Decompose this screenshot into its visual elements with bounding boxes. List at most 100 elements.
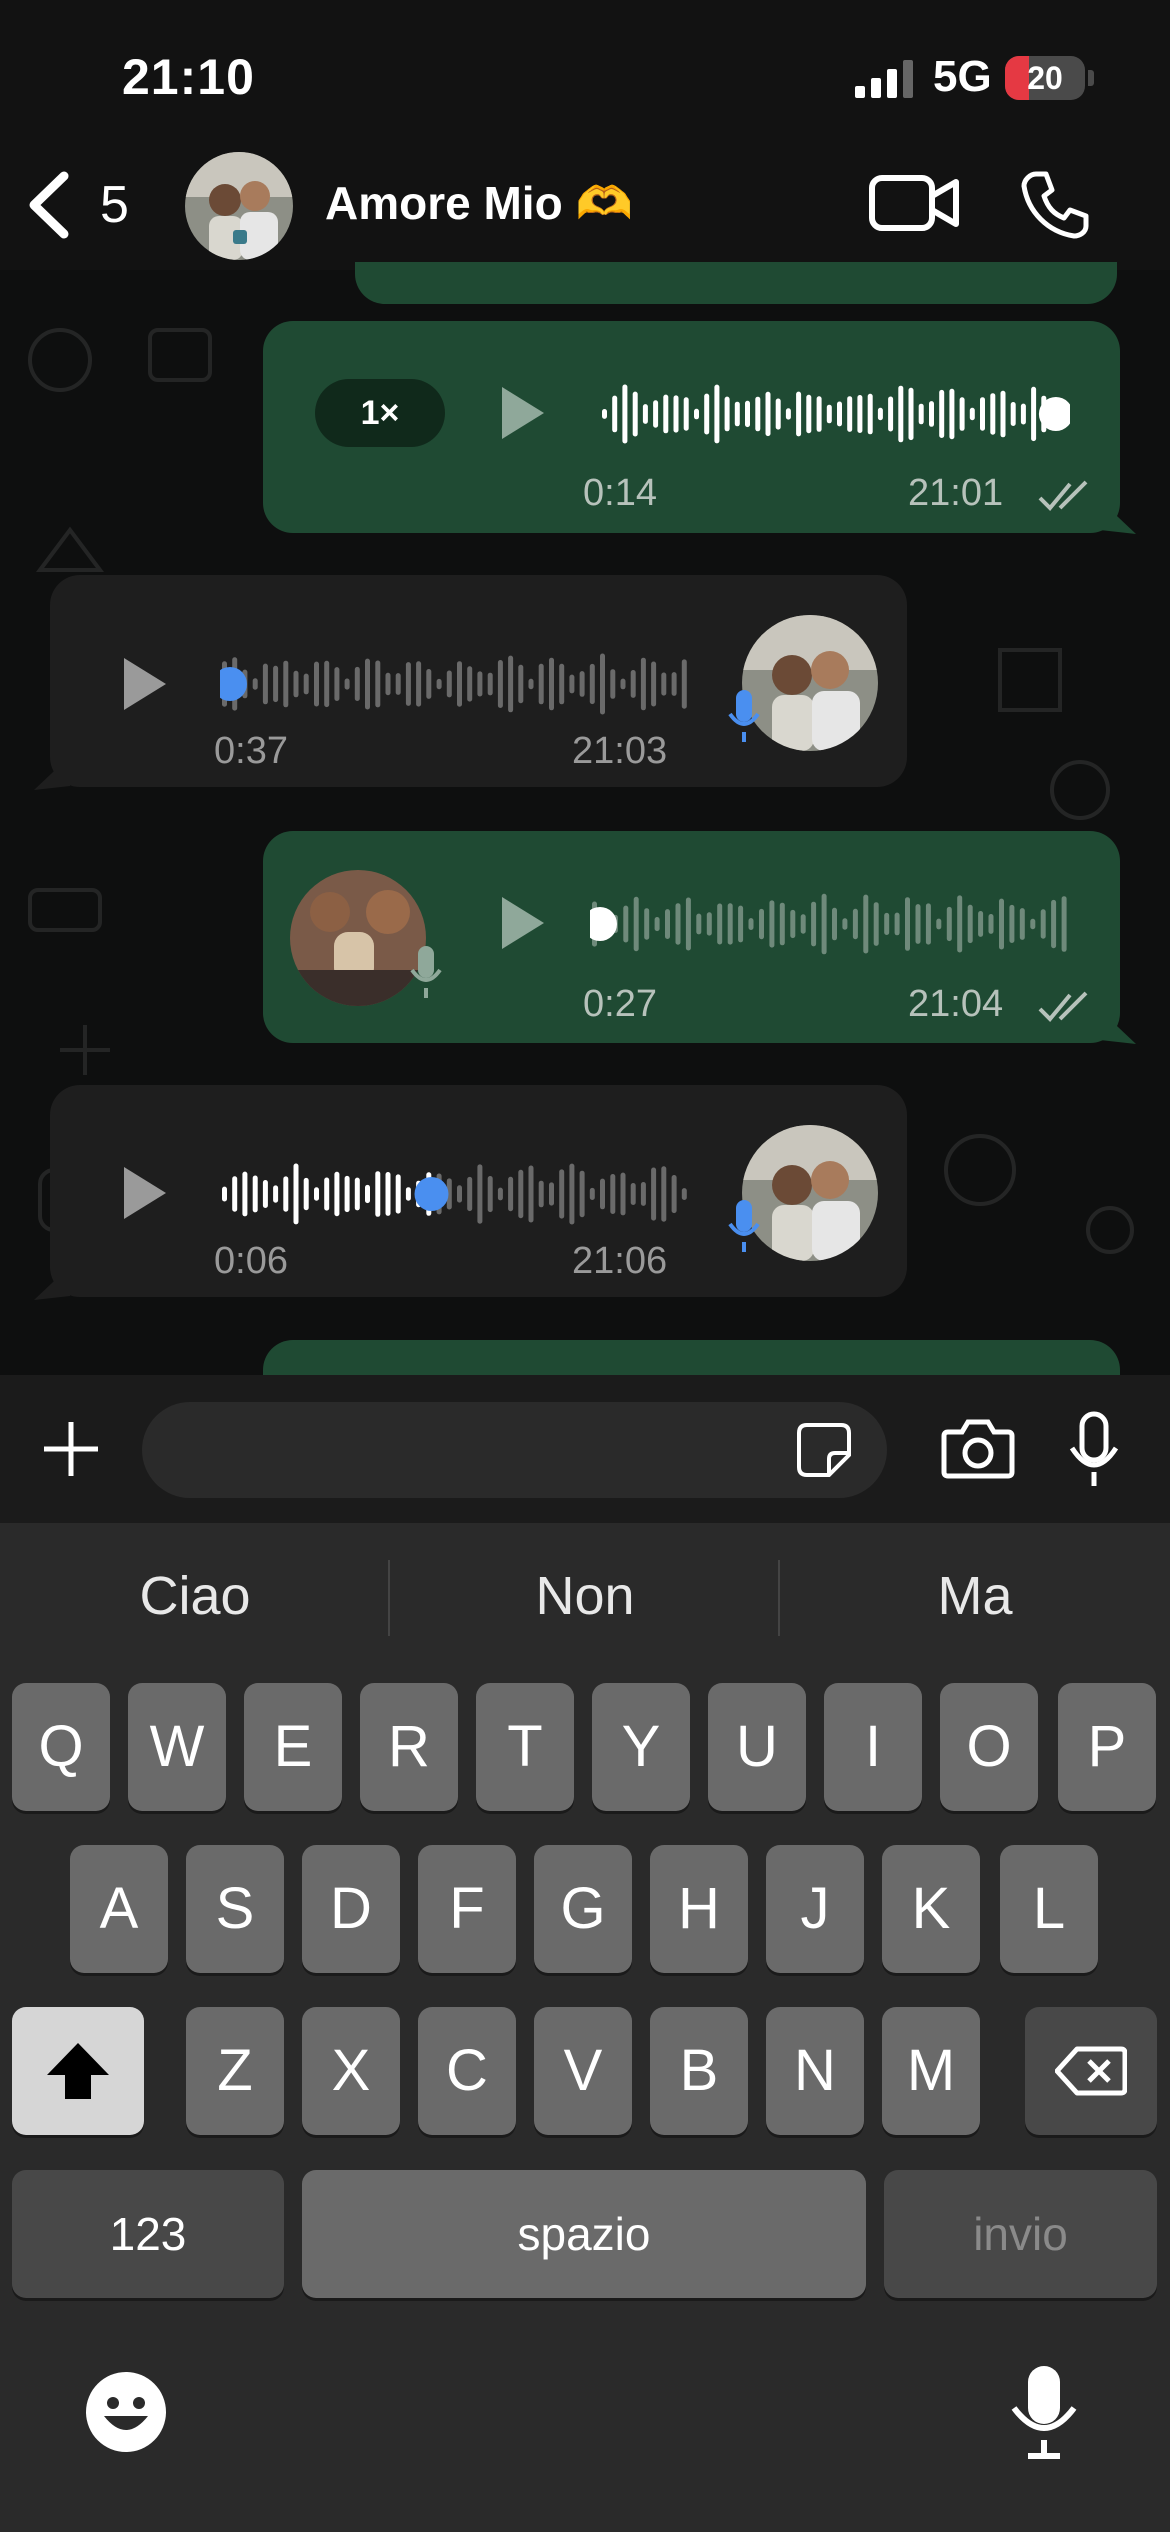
key-b[interactable]: B xyxy=(650,2007,748,2135)
read-receipt-icon xyxy=(1038,480,1088,511)
key-h[interactable]: H xyxy=(650,1845,748,1973)
emoji-icon[interactable] xyxy=(84,2370,168,2454)
read-receipt-icon xyxy=(1038,991,1088,1022)
waveform-bar xyxy=(663,394,669,434)
key-o[interactable]: O xyxy=(940,1683,1038,1811)
waveform-bar xyxy=(538,663,544,705)
suggestion-divider xyxy=(388,1560,390,1636)
back-chevron-icon[interactable] xyxy=(24,170,74,240)
key-c[interactable]: C xyxy=(418,2007,516,2135)
key-q[interactable]: Q xyxy=(12,1683,110,1811)
message-input[interactable] xyxy=(142,1402,887,1498)
key-u[interactable]: U xyxy=(708,1683,806,1811)
key-e[interactable]: E xyxy=(244,1683,342,1811)
key-d[interactable]: D xyxy=(302,1845,400,1973)
key-z[interactable]: Z xyxy=(186,2007,284,2135)
waveform-bar xyxy=(969,407,975,421)
playback-speed-button[interactable]: 1× xyxy=(315,379,445,447)
key-f[interactable]: F xyxy=(418,1845,516,1973)
voice-duration: 0:37 xyxy=(214,730,288,772)
shift-key[interactable] xyxy=(12,2007,144,2135)
waveform-bar xyxy=(324,660,330,708)
waveform-bar xyxy=(888,396,894,432)
numbers-key[interactable]: 123 xyxy=(12,2170,284,2298)
waveform-bar xyxy=(769,900,775,948)
key-x[interactable]: X xyxy=(302,2007,400,2135)
waveform-bar xyxy=(1031,386,1037,442)
waveform-bar xyxy=(344,1175,350,1213)
mic-icon[interactable] xyxy=(1066,1410,1122,1490)
key-p[interactable]: P xyxy=(1058,1683,1156,1811)
message-time: 21:06 xyxy=(572,1240,668,1282)
waveform-bar xyxy=(775,398,781,430)
play-icon[interactable] xyxy=(120,1163,170,1223)
key-w[interactable]: W xyxy=(128,1683,226,1811)
waveform-bar xyxy=(222,1186,227,1202)
suggestion[interactable]: Ciao xyxy=(10,1565,380,1627)
waveform-bar xyxy=(508,1176,514,1212)
waveform[interactable] xyxy=(600,370,1070,458)
phone-call-icon[interactable] xyxy=(1018,168,1092,242)
waveform-bar xyxy=(600,653,605,715)
waveform-bar xyxy=(314,661,319,707)
waveform-bar xyxy=(661,672,667,696)
play-icon[interactable] xyxy=(498,893,548,953)
key-a[interactable]: A xyxy=(70,1845,168,1973)
waveform-bar xyxy=(559,1169,565,1219)
suggestion[interactable]: Non xyxy=(400,1565,770,1627)
waveform-bar xyxy=(497,660,503,708)
contact-avatar[interactable] xyxy=(185,152,293,260)
waveform-bar xyxy=(416,661,422,707)
waveform-bar xyxy=(925,903,931,945)
key-j[interactable]: J xyxy=(766,1845,864,1973)
key-v[interactable]: V xyxy=(534,2007,632,2135)
waveform[interactable] xyxy=(220,640,690,728)
delete-key[interactable] xyxy=(1025,2007,1157,2135)
key-m[interactable]: M xyxy=(882,2007,980,2135)
waveform-bar xyxy=(1009,904,1015,943)
voice-duration: 0:27 xyxy=(583,983,657,1025)
waveform-bar xyxy=(665,909,670,939)
key-n[interactable]: N xyxy=(766,2007,864,2135)
play-icon[interactable] xyxy=(120,654,170,714)
waveform-bar xyxy=(632,391,638,437)
waveform-bar xyxy=(847,396,853,432)
waveform-bar xyxy=(696,913,702,935)
waveform-bar xyxy=(685,897,691,951)
waveform-bar xyxy=(620,1172,626,1216)
waveform-bar xyxy=(518,1169,524,1219)
sender-avatar xyxy=(290,870,426,1006)
waveform-bar xyxy=(630,1183,636,1205)
waveform-bar xyxy=(334,667,340,701)
play-icon[interactable] xyxy=(498,383,548,443)
waveform-bar xyxy=(365,658,370,710)
contact-name[interactable]: Amore Mio 🫶 xyxy=(325,176,633,231)
waveform-bar xyxy=(1040,909,1046,939)
waveform-bar xyxy=(929,401,934,427)
waveform-bar xyxy=(487,1176,493,1213)
waveform[interactable] xyxy=(590,880,1070,968)
key-r[interactable]: R xyxy=(360,1683,458,1811)
key-l[interactable]: L xyxy=(1000,1845,1098,1973)
unread-count[interactable]: 5 xyxy=(100,175,129,235)
key-k[interactable]: K xyxy=(882,1845,980,1973)
waveform-bar xyxy=(675,903,681,945)
camera-icon[interactable] xyxy=(940,1418,1016,1480)
waveform-bar xyxy=(508,655,514,713)
key-g[interactable]: G xyxy=(534,1845,632,1973)
plus-icon[interactable] xyxy=(40,1418,102,1480)
waveform-bar xyxy=(252,1175,258,1213)
network-label: 5G xyxy=(933,52,992,101)
key-y[interactable]: Y xyxy=(592,1683,690,1811)
waveform-bar xyxy=(395,1174,401,1214)
key-t[interactable]: T xyxy=(476,1683,574,1811)
key-i[interactable]: I xyxy=(824,1683,922,1811)
dictation-mic-icon[interactable] xyxy=(1008,2364,1080,2460)
space-key[interactable]: spazio xyxy=(302,2170,866,2298)
sticker-icon[interactable] xyxy=(795,1421,853,1479)
video-call-icon[interactable] xyxy=(868,172,960,234)
return-key[interactable]: invio xyxy=(884,2170,1157,2298)
key-s[interactable]: S xyxy=(186,1845,284,1973)
waveform[interactable] xyxy=(220,1150,690,1238)
suggestion[interactable]: Ma xyxy=(790,1565,1160,1627)
